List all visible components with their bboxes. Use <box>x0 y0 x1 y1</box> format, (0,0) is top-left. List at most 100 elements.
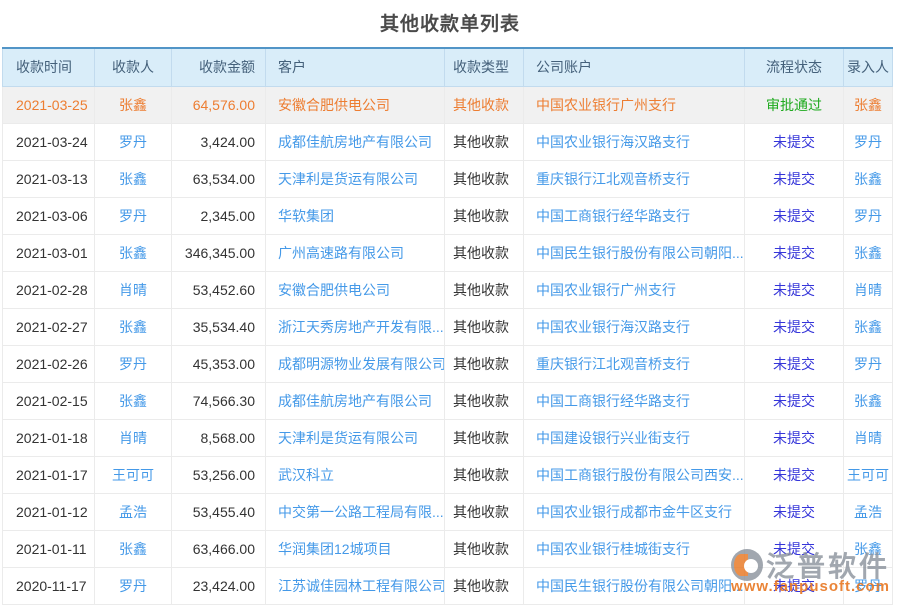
cell-account[interactable]: 重庆银行江北观音桥支行 <box>524 345 745 382</box>
cell-recorder[interactable]: 张鑫 <box>844 530 893 567</box>
cell-customer[interactable]: 华软集团 <box>266 197 445 234</box>
cell-account[interactable]: 中国农业银行海汉路支行 <box>524 123 745 160</box>
page-title: 其他收款单列表 <box>0 0 900 47</box>
table-row[interactable]: 2021-03-13张鑫63,534.00天津利是货运有限公司其他收款重庆银行江… <box>3 160 893 197</box>
cell-account[interactable]: 中国农业银行海汉路支行 <box>524 308 745 345</box>
cell-account[interactable]: 中国农业银行广州支行 <box>524 271 745 308</box>
cell-account[interactable]: 中国工商银行经华路支行 <box>524 382 745 419</box>
cell-amount: 23,424.00 <box>172 567 266 604</box>
cell-status: 未提交 <box>745 271 844 308</box>
cell-account[interactable]: 中国工商银行经华路支行 <box>524 197 745 234</box>
cell-amount: 63,534.00 <box>172 160 266 197</box>
column-header-date: 收款时间 <box>3 48 95 86</box>
cell-customer[interactable]: 天津利是货运有限公司 <box>266 419 445 456</box>
cell-customer[interactable]: 安徽合肥供电公司 <box>266 271 445 308</box>
cell-payee[interactable]: 罗丹 <box>95 197 172 234</box>
cell-recorder[interactable]: 张鑫 <box>844 86 893 123</box>
table-row[interactable]: 2021-02-26罗丹45,353.00成都明源物业发展有限公司其他收款重庆银… <box>3 345 893 382</box>
cell-recorder[interactable]: 罗丹 <box>844 197 893 234</box>
cell-payee[interactable]: 张鑫 <box>95 382 172 419</box>
cell-status: 未提交 <box>745 197 844 234</box>
table-row[interactable]: 2021-01-11张鑫63,466.00华润集团12城项目其他收款中国农业银行… <box>3 530 893 567</box>
cell-customer[interactable]: 天津利是货运有限公司 <box>266 160 445 197</box>
cell-recorder[interactable]: 肖晴 <box>844 271 893 308</box>
cell-recorder[interactable]: 孟浩 <box>844 493 893 530</box>
cell-date: 2021-01-18 <box>3 419 95 456</box>
table-row[interactable]: 2021-02-28肖晴53,452.60安徽合肥供电公司其他收款中国农业银行广… <box>3 271 893 308</box>
cell-recorder[interactable]: 罗丹 <box>844 123 893 160</box>
cell-customer[interactable]: 华润集团12城项目 <box>266 530 445 567</box>
cell-customer[interactable]: 广州高速路有限公司 <box>266 234 445 271</box>
cell-amount: 53,256.00 <box>172 456 266 493</box>
cell-payee[interactable]: 肖晴 <box>95 419 172 456</box>
cell-type: 其他收款 <box>445 86 524 123</box>
cell-date: 2021-02-27 <box>3 308 95 345</box>
cell-amount: 74,566.30 <box>172 382 266 419</box>
cell-payee[interactable]: 孟浩 <box>95 493 172 530</box>
table-row[interactable]: 2021-02-27张鑫35,534.40浙江天秀房地产开发有限...其他收款中… <box>3 308 893 345</box>
column-header-account: 公司账户 <box>524 48 745 86</box>
cell-account[interactable]: 中国工商银行股份有限公司西安... <box>524 456 745 493</box>
table-row[interactable]: 2021-01-12孟浩53,455.40中交第一公路工程局有限...其他收款中… <box>3 493 893 530</box>
cell-recorder[interactable]: 王可可 <box>844 456 893 493</box>
table-row[interactable]: 2021-01-18肖晴8,568.00天津利是货运有限公司其他收款中国建设银行… <box>3 419 893 456</box>
cell-account[interactable]: 中国农业银行桂城街支行 <box>524 530 745 567</box>
cell-recorder[interactable]: 张鑫 <box>844 382 893 419</box>
cell-customer[interactable]: 成都佳航房地产有限公司 <box>266 382 445 419</box>
cell-date: 2021-03-06 <box>3 197 95 234</box>
cell-customer[interactable]: 武汉科立 <box>266 456 445 493</box>
cell-customer[interactable]: 中交第一公路工程局有限... <box>266 493 445 530</box>
cell-customer[interactable]: 浙江天秀房地产开发有限... <box>266 308 445 345</box>
cell-payee[interactable]: 张鑫 <box>95 160 172 197</box>
cell-payee[interactable]: 肖晴 <box>95 271 172 308</box>
cell-amount: 53,455.40 <box>172 493 266 530</box>
cell-date: 2021-01-11 <box>3 530 95 567</box>
cell-recorder[interactable]: 罗丹 <box>844 567 893 604</box>
cell-date: 2020-11-17 <box>3 567 95 604</box>
cell-amount: 3,424.00 <box>172 123 266 160</box>
table-row[interactable]: 2020-11-17罗丹23,424.00江苏诚佳园林工程有限公司其他收款中国民… <box>3 567 893 604</box>
cell-date: 2021-01-12 <box>3 493 95 530</box>
cell-payee[interactable]: 张鑫 <box>95 530 172 567</box>
cell-payee[interactable]: 张鑫 <box>95 234 172 271</box>
cell-customer[interactable]: 成都佳航房地产有限公司 <box>266 123 445 160</box>
table-row[interactable]: 2021-03-25张鑫64,576.00安徽合肥供电公司其他收款中国农业银行广… <box>3 86 893 123</box>
cell-recorder[interactable]: 张鑫 <box>844 308 893 345</box>
cell-customer[interactable]: 安徽合肥供电公司 <box>266 86 445 123</box>
table-row[interactable]: 2021-02-15张鑫74,566.30成都佳航房地产有限公司其他收款中国工商… <box>3 382 893 419</box>
table-row[interactable]: 2021-03-24罗丹3,424.00成都佳航房地产有限公司其他收款中国农业银… <box>3 123 893 160</box>
cell-type: 其他收款 <box>445 271 524 308</box>
cell-recorder[interactable]: 张鑫 <box>844 234 893 271</box>
column-header-status: 流程状态 <box>745 48 844 86</box>
table-row[interactable]: 2021-01-17王可可53,256.00武汉科立其他收款中国工商银行股份有限… <box>3 456 893 493</box>
cell-payee[interactable]: 罗丹 <box>95 567 172 604</box>
cell-customer[interactable]: 江苏诚佳园林工程有限公司 <box>266 567 445 604</box>
cell-account[interactable]: 中国建设银行兴业街支行 <box>524 419 745 456</box>
cell-account[interactable]: 中国农业银行广州支行 <box>524 86 745 123</box>
cell-status: 未提交 <box>745 345 844 382</box>
cell-recorder[interactable]: 肖晴 <box>844 419 893 456</box>
cell-recorder[interactable]: 罗丹 <box>844 345 893 382</box>
cell-amount: 8,568.00 <box>172 419 266 456</box>
cell-payee[interactable]: 张鑫 <box>95 86 172 123</box>
cell-recorder[interactable]: 张鑫 <box>844 160 893 197</box>
cell-account[interactable]: 中国民生银行股份有限公司朝阳... <box>524 234 745 271</box>
cell-account[interactable]: 中国农业银行成都市金牛区支行 <box>524 493 745 530</box>
cell-type: 其他收款 <box>445 345 524 382</box>
cell-payee[interactable]: 王可可 <box>95 456 172 493</box>
cell-type: 其他收款 <box>445 234 524 271</box>
cell-status: 未提交 <box>745 382 844 419</box>
cell-payee[interactable]: 罗丹 <box>95 123 172 160</box>
cell-customer[interactable]: 成都明源物业发展有限公司 <box>266 345 445 382</box>
cell-status: 未提交 <box>745 234 844 271</box>
cell-date: 2021-03-24 <box>3 123 95 160</box>
cell-status: 未提交 <box>745 530 844 567</box>
cell-date: 2021-01-17 <box>3 456 95 493</box>
cell-payee[interactable]: 罗丹 <box>95 345 172 382</box>
cell-payee[interactable]: 张鑫 <box>95 308 172 345</box>
cell-status: 未提交 <box>745 456 844 493</box>
cell-account[interactable]: 重庆银行江北观音桥支行 <box>524 160 745 197</box>
table-row[interactable]: 2021-03-01张鑫346,345.00广州高速路有限公司其他收款中国民生银… <box>3 234 893 271</box>
table-row[interactable]: 2021-03-06罗丹2,345.00华软集团其他收款中国工商银行经华路支行未… <box>3 197 893 234</box>
cell-account[interactable]: 中国民生银行股份有限公司朝阳... <box>524 567 745 604</box>
